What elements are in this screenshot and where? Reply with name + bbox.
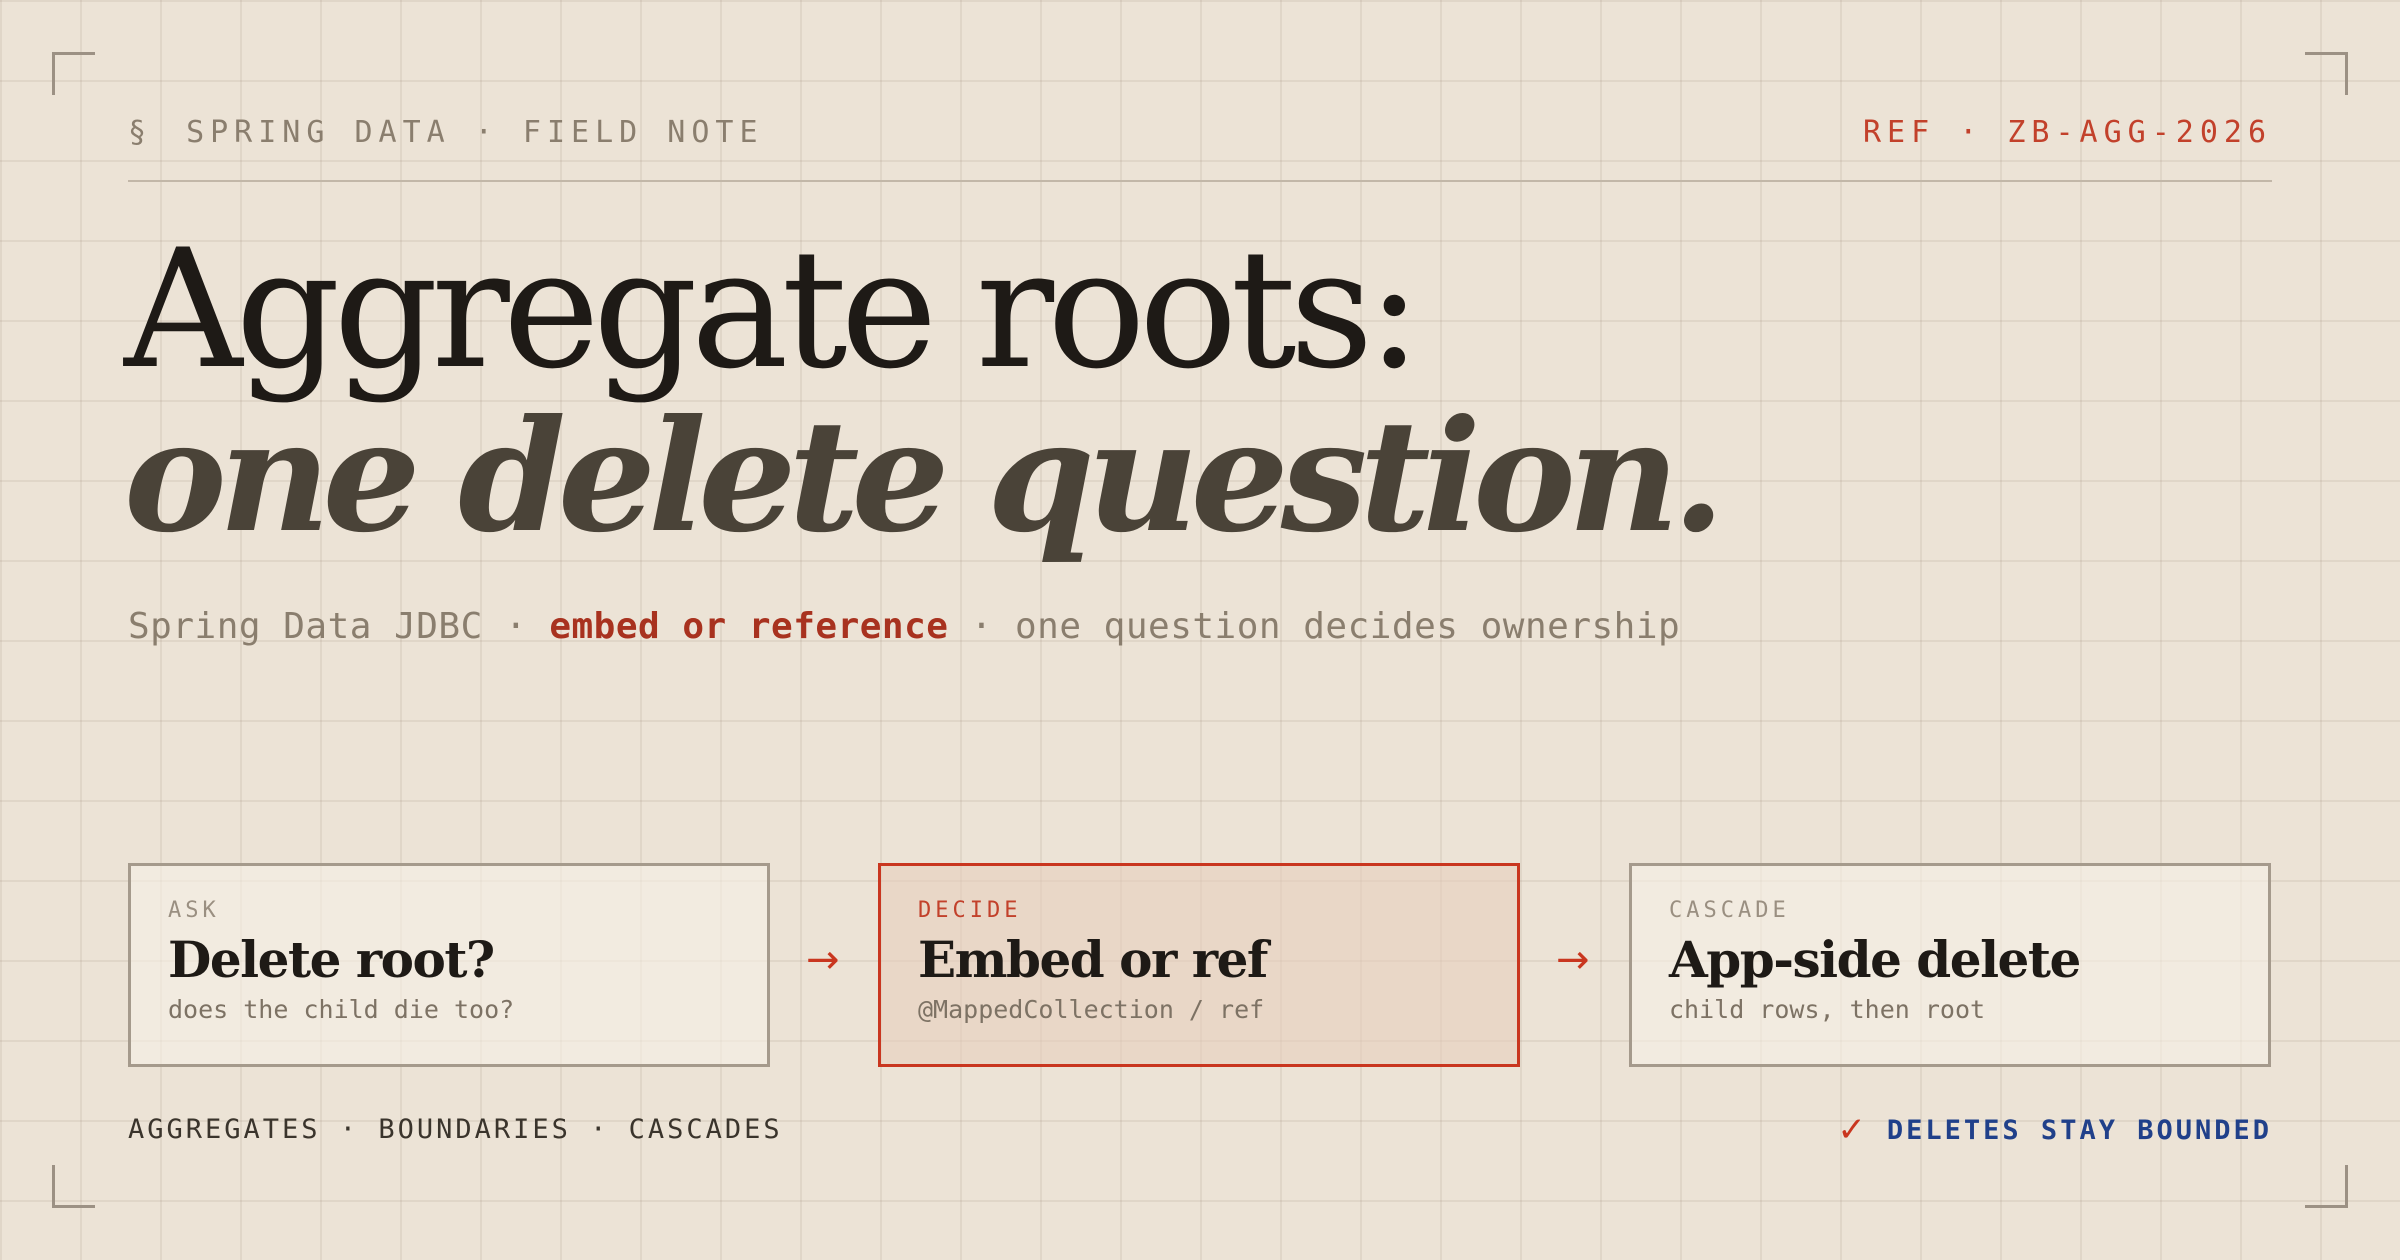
header-label-group: § SPRING DATA · FIELD NOTE: [128, 115, 764, 150]
footer-topics: AGGREGATES · BOUNDARIES · CASCADES: [128, 1114, 783, 1145]
title-line-1: Aggregate roots:: [124, 214, 1422, 405]
footer-status-text: DELETES STAY BOUNDED: [1886, 1114, 2272, 1146]
step-title: Delete root?: [168, 930, 495, 989]
section-mark-icon: §: [128, 114, 153, 150]
step-description: does the child die too?: [168, 995, 515, 1024]
header-label: SPRING DATA · FIELD NOTE: [186, 114, 764, 150]
step-title: App-side delete: [1669, 930, 2081, 989]
step-title: Embed or ref: [918, 930, 1268, 989]
header-divider: [128, 180, 2272, 182]
step-tag: CASCADE: [1669, 898, 1790, 923]
step-description: child rows, then root: [1669, 995, 1986, 1024]
corner-mark-top-right: [2305, 52, 2348, 95]
step-tag: DECIDE: [918, 898, 1022, 923]
step-tag: ASK: [168, 898, 220, 923]
arrow-right-icon: →: [806, 937, 840, 983]
check-icon: ✓: [1837, 1110, 1869, 1150]
header: § SPRING DATA · FIELD NOTE REF · ZB-AGG-…: [128, 108, 2272, 156]
step-card-decide: DECIDE Embed or ref @MappedCollection / …: [878, 863, 1520, 1067]
footer-status: ✓ DELETES STAY BOUNDED: [1837, 1110, 2272, 1150]
step-card-ask: ASK Delete root? does the child die too?: [128, 863, 770, 1067]
subtitle-prefix: Spring Data JDBC ·: [128, 606, 550, 647]
subtitle-highlight: embed or reference: [549, 606, 949, 647]
subtitle-suffix: · one question decides ownership: [948, 606, 1681, 647]
corner-mark-top-left: [52, 52, 95, 95]
step-description: @MappedCollection / ref: [918, 995, 1265, 1024]
reference-code: REF · ZB-AGG-2026: [1862, 114, 2272, 150]
corner-mark-bottom-right: [2305, 1165, 2348, 1208]
step-card-cascade: CASCADE App-side delete child rows, then…: [1629, 863, 2271, 1067]
title-line-2: one delete question.: [124, 386, 1725, 567]
subtitle: Spring Data JDBC · embed or reference · …: [128, 606, 1680, 647]
corner-mark-bottom-left: [52, 1165, 95, 1208]
arrow-right-icon: →: [1556, 937, 1590, 983]
